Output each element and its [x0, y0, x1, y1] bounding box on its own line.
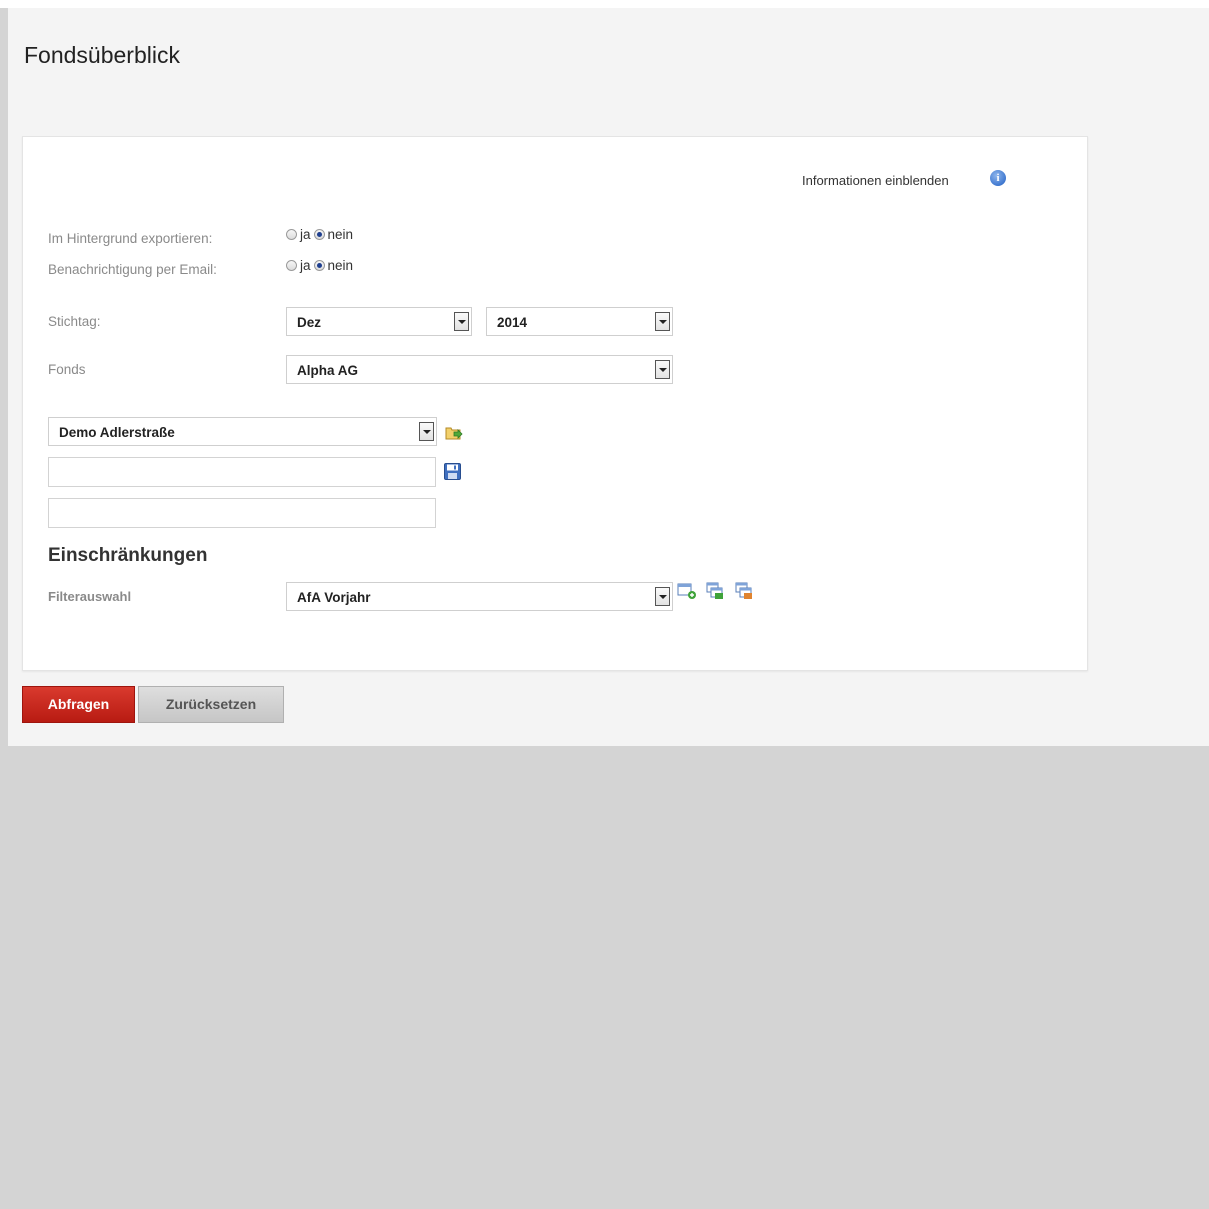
preset-description-input[interactable]: [48, 498, 436, 528]
export-background-nein-radio[interactable]: [313, 229, 325, 240]
select-value: 2014: [497, 315, 528, 330]
chevron-down-icon[interactable]: [655, 587, 670, 606]
preset-select[interactable]: Demo Adlerstraße: [48, 417, 437, 446]
stichtag-year-select[interactable]: 2014: [486, 307, 673, 336]
query-form-panel: Informationen einblenden i Im Hintergrun…: [22, 136, 1088, 671]
filter-label: Filterauswahl: [48, 589, 132, 604]
select-value: Dez: [297, 315, 322, 330]
page-title: Fondsüberblick: [24, 42, 180, 68]
email-notification-nein-radio[interactable]: [313, 260, 325, 271]
reset-button[interactable]: Zurücksetzen: [138, 686, 284, 723]
radio-label: nein: [327, 258, 354, 273]
email-notification-label: Benachrichtigung per Email:: [48, 262, 217, 277]
copy-filter-icon[interactable]: [706, 582, 726, 600]
preset-name-input[interactable]: [48, 457, 436, 487]
stichtag-label: Stichtag:: [48, 314, 101, 329]
fonds-select[interactable]: Alpha AG: [286, 355, 673, 384]
chevron-down-icon[interactable]: [419, 422, 434, 441]
chevron-down-icon[interactable]: [655, 312, 670, 331]
add-filter-icon[interactable]: [677, 582, 697, 600]
radio-label: ja: [300, 258, 311, 273]
email-notification-ja-radio[interactable]: [286, 260, 297, 271]
chevron-down-icon[interactable]: [655, 360, 670, 379]
chevron-down-icon[interactable]: [454, 312, 469, 331]
info-toggle-link[interactable]: Informationen einblenden: [802, 173, 949, 188]
radio-label: nein: [327, 227, 354, 242]
load-preset-icon[interactable]: [445, 425, 463, 440]
radio-label: ja: [300, 227, 311, 242]
info-icon[interactable]: i: [990, 170, 1006, 186]
export-background-ja-radio[interactable]: [286, 229, 297, 240]
delete-filter-icon[interactable]: [735, 582, 755, 600]
save-preset-icon[interactable]: [444, 463, 461, 480]
fonds-label: Fonds: [48, 362, 86, 377]
truncated-header-strip: [0, 0, 1209, 8]
section-title-restrictions: Einschränkungen: [48, 545, 208, 566]
stichtag-month-select[interactable]: Dez: [286, 307, 472, 336]
filter-select[interactable]: AfA Vorjahr: [286, 582, 673, 611]
select-value: Demo Adlerstraße: [59, 425, 175, 440]
select-value: Alpha AG: [297, 363, 359, 378]
export-background-label: Im Hintergrund exportieren:: [48, 231, 213, 246]
email-notification-radios: ja nein: [286, 258, 356, 273]
export-background-radios: ja nein: [286, 227, 356, 242]
main-content: Fondsüberblick Informationen einblenden …: [8, 8, 1209, 746]
select-value: AfA Vorjahr: [297, 590, 371, 605]
submit-query-button[interactable]: Abfragen: [22, 686, 135, 723]
